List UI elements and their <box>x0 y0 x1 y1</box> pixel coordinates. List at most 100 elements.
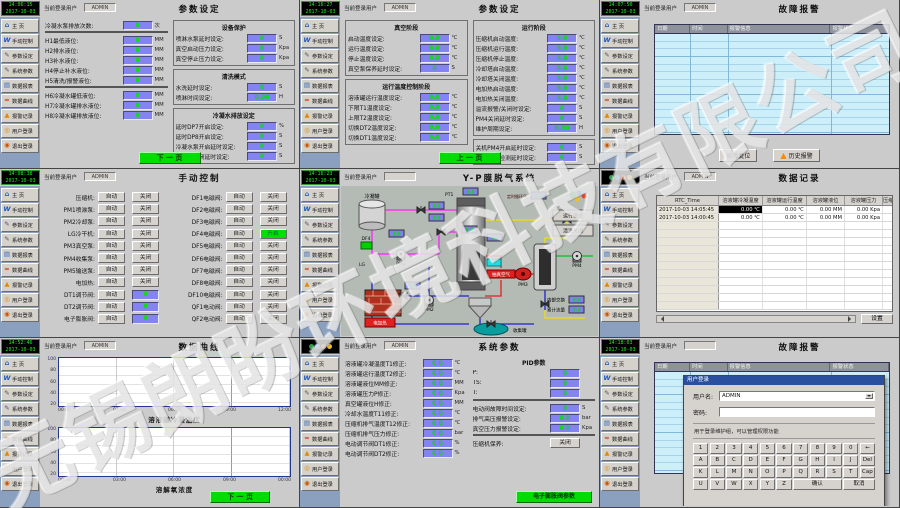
state-button[interactable]: 关闭 <box>132 204 159 214</box>
param-value-box[interactable]: 0.0 <box>547 54 577 63</box>
key-6[interactable]: 6 <box>776 443 791 454</box>
sidebar-item-logout[interactable]: ◉退出登录 <box>601 308 639 322</box>
sidebar-item-manual-control[interactable]: W手动控制 <box>301 34 339 48</box>
param-value-box[interactable]: 0 <box>247 83 277 92</box>
password-input[interactable] <box>719 407 875 417</box>
table-cell[interactable]: 0.00 ℃ <box>719 206 763 213</box>
sidebar-item-manual-control[interactable]: W手动控制 <box>601 34 639 48</box>
sidebar-item-alarm-record[interactable]: ▲报警记录 <box>1 278 39 292</box>
sidebar-item-param-setting[interactable]: ✎参数设定 <box>601 49 639 63</box>
sidebar-item-system-param[interactable]: ✎系统参数 <box>601 233 639 247</box>
param-value-box[interactable]: 0 <box>123 56 153 65</box>
sidebar-item-system-param[interactable]: ✎系统参数 <box>301 233 339 247</box>
key-F[interactable]: F <box>776 455 791 466</box>
key-←[interactable]: ← <box>860 443 875 454</box>
sidebar-item-home[interactable]: ⌂主 页 <box>301 357 339 371</box>
param-value-box[interactable]: 0 <box>123 66 153 75</box>
sidebar-item-manual-control[interactable]: W手动控制 <box>301 372 339 386</box>
sidebar-item-data-report[interactable]: ▤数据报表 <box>301 248 339 262</box>
param-value-box[interactable]: 0 <box>123 91 153 100</box>
sidebar-item-data-report[interactable]: ▤数据报表 <box>301 79 339 93</box>
table-cell[interactable]: 0.00 MM <box>807 206 845 213</box>
key-2[interactable]: 2 <box>710 443 725 454</box>
key-U[interactable]: U <box>693 479 708 490</box>
sidebar-item-alarm-record[interactable]: ▲报警记录 <box>1 109 39 123</box>
sidebar-item-user-login[interactable]: ◎用户登录 <box>601 293 639 307</box>
key-H[interactable]: H <box>810 455 825 466</box>
table-cell[interactable]: 0.00 ℃ <box>763 206 807 213</box>
key-T[interactable]: T <box>843 467 858 478</box>
param-value-box[interactable]: 0.00 <box>247 93 277 102</box>
sidebar-item-manual-control[interactable]: W手动控制 <box>601 203 639 217</box>
key-7[interactable]: 7 <box>793 443 808 454</box>
param-value-box[interactable]: 0.0 <box>423 439 453 448</box>
param-value-box[interactable]: 0.0 <box>547 84 577 93</box>
valve-value-box[interactable]: 0 <box>132 314 159 324</box>
param-value-box[interactable]: 0 <box>123 76 153 85</box>
sidebar-item-home[interactable]: ⌂主 页 <box>1 188 39 202</box>
sidebar-item-alarm-record[interactable]: ▲报警记录 <box>301 109 339 123</box>
key-Q[interactable]: Q <box>793 467 808 478</box>
sidebar-item-data-curve[interactable]: ≈数据曲线 <box>1 94 39 108</box>
table-cell[interactable]: 0.00 Kpa <box>845 214 883 221</box>
sidebar-item-data-curve[interactable]: ≈数据曲线 <box>601 94 639 108</box>
auto-mode-button[interactable]: 自动 <box>226 192 253 202</box>
state-button[interactable]: 关闭 <box>132 265 159 275</box>
param-value-box[interactable]: 0 <box>247 132 277 141</box>
sidebar-item-system-param[interactable]: ✎系统参数 <box>601 402 639 416</box>
param-value-box[interactable]: 0 <box>123 21 153 30</box>
sidebar-item-home[interactable]: ⌂主 页 <box>601 357 639 371</box>
sidebar-item-logout[interactable]: ◉退出登录 <box>1 308 39 322</box>
param-value-box[interactable]: 0 <box>547 143 577 152</box>
param-value-box[interactable]: 0.0 <box>420 113 450 122</box>
param-value-box[interactable]: 0.0 <box>423 419 453 428</box>
key-Y[interactable]: Y <box>760 479 775 490</box>
key-4[interactable]: 4 <box>743 443 758 454</box>
param-button[interactable]: 关闭 <box>550 438 580 448</box>
param-value-box[interactable]: 0.0 <box>550 424 580 433</box>
param-value-box[interactable]: 0.0 <box>547 64 577 73</box>
sidebar-item-data-curve[interactable]: ≈数据曲线 <box>301 432 339 446</box>
sidebar-item-logout[interactable]: ◉退出登录 <box>1 139 39 153</box>
table-cell[interactable]: 0.00 MM <box>807 214 845 221</box>
param-value-box[interactable]: 0 <box>420 64 450 73</box>
auto-mode-button[interactable]: 自动 <box>226 216 253 226</box>
page-nav-button[interactable]: 下 一 页 <box>210 491 270 503</box>
key-B[interactable]: B <box>710 455 725 466</box>
param-value-box[interactable]: 0.00 <box>547 124 577 133</box>
sidebar-item-manual-control[interactable]: W手动控制 <box>601 372 639 386</box>
valve-value-box[interactable]: 0 <box>132 290 159 300</box>
sidebar-item-alarm-record[interactable]: ▲报警记录 <box>301 278 339 292</box>
sidebar-item-param-setting[interactable]: ✎参数设定 <box>1 49 39 63</box>
key-1[interactable]: 1 <box>693 443 708 454</box>
sidebar-item-data-report[interactable]: ▤数据报表 <box>301 417 339 431</box>
param-value-box[interactable]: 0.0 <box>420 103 450 112</box>
sidebar-item-logout[interactable]: ◉退出登录 <box>601 139 639 153</box>
state-button[interactable]: 关闭 <box>132 192 159 202</box>
table-cell[interactable]: 2017-10-03 14:05:45 <box>657 206 719 213</box>
state-button[interactable]: 关闭 <box>260 241 287 251</box>
sidebar-item-alarm-record[interactable]: ▲报警记录 <box>601 278 639 292</box>
sidebar-item-system-param[interactable]: ✎系统参数 <box>1 64 39 78</box>
param-value-box[interactable]: 0 <box>247 142 277 151</box>
param-value-box[interactable]: 0 <box>547 114 577 123</box>
param-value-box[interactable]: 0.0 <box>420 54 450 63</box>
fault-reset-button[interactable]: 故障复位 <box>719 149 757 162</box>
sidebar-item-data-curve[interactable]: ≈数据曲线 <box>601 432 639 446</box>
key-J[interactable]: J <box>843 455 858 466</box>
sidebar-item-system-param[interactable]: ✎系统参数 <box>301 64 339 78</box>
state-button[interactable]: 关闭 <box>260 277 287 287</box>
sidebar-item-user-login[interactable]: ◎用户登录 <box>1 462 39 476</box>
sidebar-item-param-setting[interactable]: ✎参数设定 <box>301 49 339 63</box>
auto-mode-button[interactable]: 自动 <box>226 277 253 287</box>
key-R[interactable]: R <box>810 467 825 478</box>
key-N[interactable]: N <box>743 467 758 478</box>
param-value-box[interactable]: 0.0 <box>423 409 453 418</box>
auto-mode-button[interactable]: 自动 <box>98 265 125 275</box>
sidebar-item-param-setting[interactable]: ✎参数设定 <box>601 387 639 401</box>
key-9[interactable]: 9 <box>826 443 841 454</box>
key-3[interactable]: 3 <box>726 443 741 454</box>
auto-mode-button[interactable]: 自动 <box>226 290 253 300</box>
auto-mode-button[interactable]: 自动 <box>98 229 125 239</box>
page-nav-button[interactable]: 上 一 页 <box>439 152 501 164</box>
